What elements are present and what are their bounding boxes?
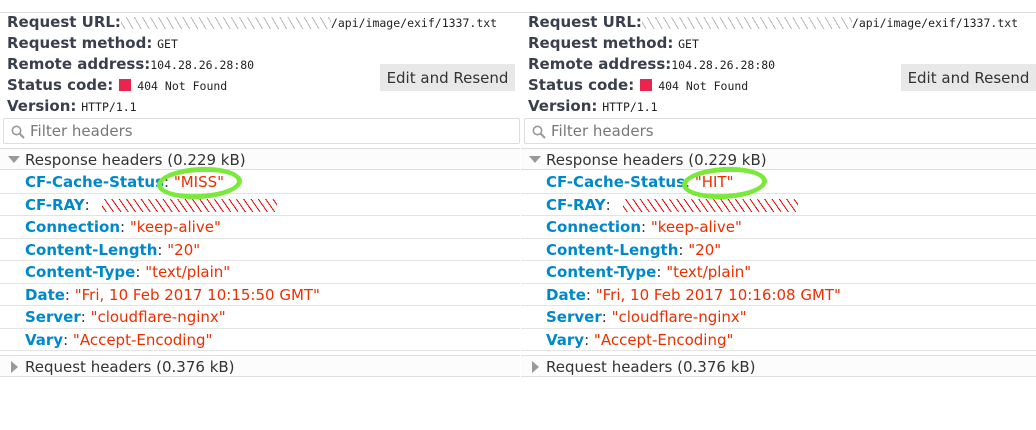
header-row: Date: "Fri, 10 Feb 2017 10:15:50 GMT" [0, 284, 520, 306]
version: Version: HTTP/1.1 [528, 97, 658, 115]
redacted-ray [102, 198, 278, 212]
header-row: Vary: "Accept-Encoding" [0, 329, 520, 351]
header-row: Connection: "keep-alive" [521, 216, 1036, 239]
request-details-panel-right: Request URL:/api/image/exif/1337.txt Req… [521, 0, 1036, 430]
search-icon [11, 125, 25, 139]
request-url: Request URL:/api/image/exif/1337.txt [528, 13, 1019, 31]
request-details-panel-left: Request URL:/api/image/exif/1337.txt Req… [0, 0, 521, 430]
header-row: Content-Type: "text/plain" [521, 261, 1036, 284]
redacted-ray [623, 198, 799, 212]
response-headers-section[interactable]: Response headers (0.229 kB) [0, 148, 520, 170]
redacted-host [120, 16, 331, 29]
request-headers-section[interactable]: Request headers (0.376 kB) [0, 355, 520, 377]
status-code: Status code: 404 Not Found [7, 76, 228, 94]
remote-address: Remote address:104.28.26.28:80 [528, 55, 776, 73]
status-code: Status code: 404 Not Found [528, 76, 749, 94]
header-row: Content-Type: "text/plain" [0, 261, 520, 284]
header-row: CF-Cache-Status: "HIT" [521, 171, 1036, 194]
response-headers-section[interactable]: Response headers (0.229 kB) [521, 148, 1036, 170]
status-icon [640, 79, 653, 91]
remote-address: Remote address:104.28.26.28:80 [7, 55, 255, 73]
header-row: Date: "Fri, 10 Feb 2017 10:16:08 GMT" [521, 284, 1036, 306]
redacted-host [641, 16, 852, 29]
collapsed-arrow-icon [11, 361, 18, 373]
request-method: Request method: GET [528, 34, 699, 52]
header-row: CF-RAY: [521, 194, 1036, 216]
edit-and-resend-button[interactable]: Edit and Resend [901, 64, 1036, 91]
header-row: CF-RAY: [0, 194, 520, 216]
search-icon [532, 125, 546, 139]
request-headers-section[interactable]: Request headers (0.376 kB) [521, 355, 1036, 377]
edit-and-resend-button[interactable]: Edit and Resend [380, 64, 515, 91]
version: Version: HTTP/1.1 [7, 97, 137, 115]
header-row: Server: "cloudflare-nginx" [521, 306, 1036, 329]
header-row: Server: "cloudflare-nginx" [0, 306, 520, 329]
filter-headers-input[interactable]: Filter headers [3, 118, 520, 144]
request-url: Request URL:/api/image/exif/1337.txt [7, 13, 498, 31]
header-row: Content-Length: "20" [521, 239, 1036, 261]
filter-headers-input[interactable]: Filter headers [524, 118, 1036, 144]
expanded-arrow-icon [8, 156, 20, 163]
expanded-arrow-icon [529, 156, 541, 163]
request-method: Request method: GET [7, 34, 178, 52]
header-row: CF-Cache-Status: "MISS" [0, 171, 520, 194]
collapsed-arrow-icon [532, 361, 539, 373]
header-row: Content-Length: "20" [0, 239, 520, 261]
header-row: Connection: "keep-alive" [0, 216, 520, 239]
header-row: Vary: "Accept-Encoding" [521, 329, 1036, 351]
status-icon [119, 79, 132, 91]
